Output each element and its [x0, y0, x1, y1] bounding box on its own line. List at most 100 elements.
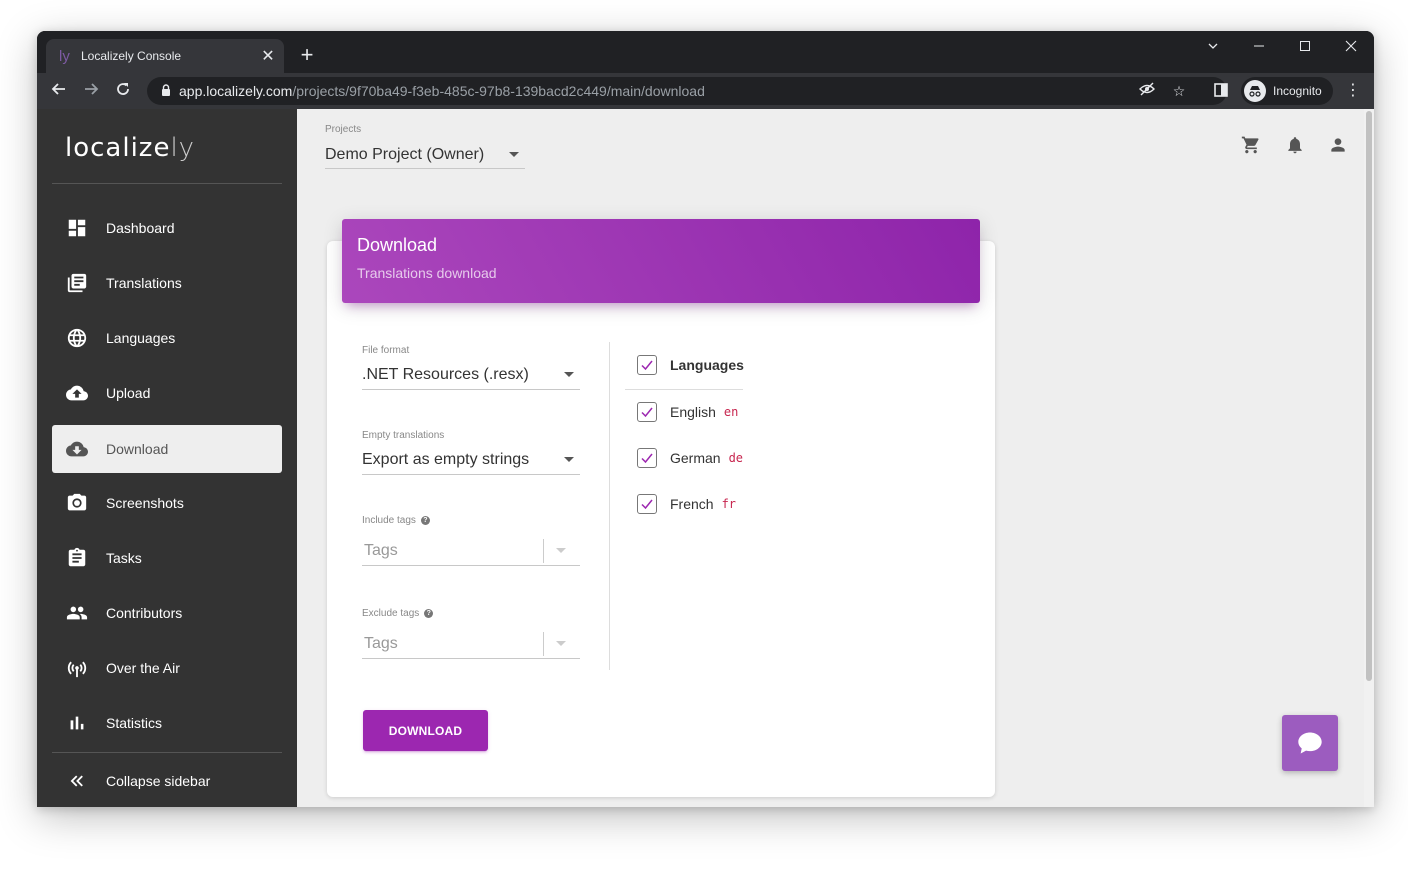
url-path: /projects/9f70ba49-f3eb-485c-97b8-139bac… [292, 83, 705, 99]
languages-header-label: Languages [670, 357, 744, 373]
star-bookmark-icon[interactable]: ☆ [1169, 81, 1189, 101]
dashboard-icon [66, 217, 88, 239]
incognito-icon [1244, 80, 1266, 102]
exclude-tags-select[interactable]: Tags [362, 629, 580, 659]
camera-icon [66, 492, 88, 514]
forward-arrow-icon[interactable] [79, 79, 103, 103]
file-format-select[interactable]: .NET Resources (.resx) [362, 360, 580, 390]
cart-icon[interactable] [1241, 135, 1263, 157]
sidebar-item-screenshots[interactable]: Screenshots [52, 479, 282, 527]
back-arrow-icon[interactable] [47, 79, 71, 103]
file-format-label: File format [362, 345, 410, 356]
project-select-value: Demo Project (Owner) [325, 145, 485, 163]
sidebar-item-download[interactable]: Download [52, 425, 282, 473]
maximize-icon[interactable] [1290, 35, 1320, 59]
reload-icon[interactable] [111, 79, 135, 103]
lock-icon[interactable] [161, 83, 177, 99]
sidebar-item-dashboard[interactable]: Dashboard [52, 204, 282, 252]
bell-icon[interactable] [1285, 135, 1307, 157]
exclude-tags-label: Exclude tags ? [362, 608, 434, 619]
browser-menu-icon[interactable]: ⋮ [1341, 79, 1365, 103]
page-scrollbar[interactable] [1364, 109, 1374, 807]
logo-light: ly [170, 133, 196, 163]
checkbox-checked-icon[interactable] [637, 355, 657, 375]
project-select[interactable]: Demo Project (Owner) [325, 141, 525, 169]
checkbox-checked-icon[interactable] [637, 448, 657, 468]
select-separator [543, 631, 544, 656]
language-item-german[interactable]: German de [637, 448, 743, 468]
empty-translations-value: Export as empty strings [362, 450, 530, 468]
sidebar-item-languages[interactable]: Languages [52, 314, 282, 362]
sidebar: localizely Dashboard Translations Langua… [37, 109, 297, 807]
sidebar-item-translations[interactable]: Translations [52, 259, 282, 307]
sidebar-item-label: Download [106, 441, 169, 457]
sidebar-item-label: Translations [106, 275, 182, 291]
sidebar-item-label: Screenshots [106, 495, 184, 511]
close-window-icon[interactable] [1336, 35, 1366, 59]
chat-bubble-icon [1298, 732, 1322, 754]
card-title: Download [357, 235, 438, 255]
file-format-value: .NET Resources (.resx) [362, 365, 529, 383]
dropdown-caret-icon [509, 152, 519, 157]
sidebar-item-label: Contributors [106, 605, 183, 621]
eye-off-icon[interactable] [1137, 81, 1157, 101]
language-name: French [670, 496, 714, 512]
sidebar-item-upload[interactable]: Upload [52, 369, 282, 417]
browser-tab[interactable]: ly Localizely Console ✕ [46, 39, 284, 73]
dropdown-caret-icon [564, 457, 574, 462]
user-icon[interactable] [1328, 135, 1350, 157]
include-tags-select[interactable]: Tags [362, 536, 580, 566]
checkbox-checked-icon[interactable] [637, 494, 657, 514]
exclude-tags-label-text: Exclude tags [362, 608, 420, 619]
language-code: de [728, 451, 744, 465]
include-tags-label-text: Include tags [362, 515, 416, 526]
new-tab-plus-icon[interactable]: + [295, 43, 319, 67]
localizely-logo[interactable]: localizely [65, 133, 195, 163]
sidebar-item-contributors[interactable]: Contributors [52, 589, 282, 637]
card-header: Download Translations download [342, 219, 980, 303]
projects-label: Projects [325, 124, 362, 135]
side-panel-icon[interactable] [1209, 79, 1233, 103]
localizely-favicon-icon: ly [59, 47, 70, 65]
download-button[interactable]: DOWNLOAD [363, 710, 488, 751]
card-subtitle: Translations download [357, 265, 497, 281]
column-divider [609, 342, 610, 670]
language-name: English [670, 404, 716, 420]
tab-title: Localizely Console [81, 49, 182, 63]
sidebar-item-label: Statistics [106, 715, 163, 731]
url-host: app.localizely.com [179, 83, 293, 99]
chat-button[interactable] [1282, 715, 1338, 771]
incognito-badge[interactable]: Incognito [1241, 77, 1333, 105]
minimize-icon[interactable] [1244, 35, 1274, 59]
sidebar-item-over-the-air[interactable]: Over the Air [52, 644, 282, 692]
address-bar[interactable]: app.localizely.com/projects/9f70ba49-f3e… [147, 77, 1227, 105]
language-item-french[interactable]: French fr [637, 494, 736, 514]
help-icon[interactable]: ? [420, 516, 430, 525]
bar-chart-icon [66, 712, 88, 734]
language-item-english[interactable]: English en [637, 402, 738, 422]
include-tags-placeholder: Tags [364, 541, 398, 559]
sidebar-item-label: Dashboard [106, 220, 175, 236]
languages-select-all[interactable]: Languages [637, 355, 744, 375]
tab-search-chevron-icon[interactable] [1198, 35, 1228, 59]
sidebar-item-statistics[interactable]: Statistics [52, 699, 282, 747]
sidebar-item-tasks[interactable]: Tasks [52, 534, 282, 582]
scrollbar-thumb[interactable] [1366, 111, 1372, 681]
cloud-upload-icon [66, 382, 88, 404]
help-icon[interactable]: ? [424, 609, 434, 618]
empty-translations-label: Empty translations [362, 430, 445, 441]
empty-translations-select[interactable]: Export as empty strings [362, 445, 580, 475]
sidebar-divider [52, 183, 282, 184]
clipboard-icon [66, 547, 88, 569]
antenna-icon [66, 657, 88, 679]
sidebar-item-label: Over the Air [106, 660, 180, 676]
language-name: German [670, 450, 721, 466]
cloud-download-icon [66, 438, 88, 460]
checkbox-checked-icon[interactable] [637, 402, 657, 422]
double-chevron-left-icon [66, 770, 88, 792]
dropdown-caret-icon [556, 548, 566, 553]
tab-close-icon[interactable]: ✕ [256, 46, 280, 66]
collapse-sidebar-button[interactable]: Collapse sidebar [52, 757, 282, 805]
sidebar-item-label: Languages [106, 330, 176, 346]
exclude-tags-placeholder: Tags [364, 634, 398, 652]
